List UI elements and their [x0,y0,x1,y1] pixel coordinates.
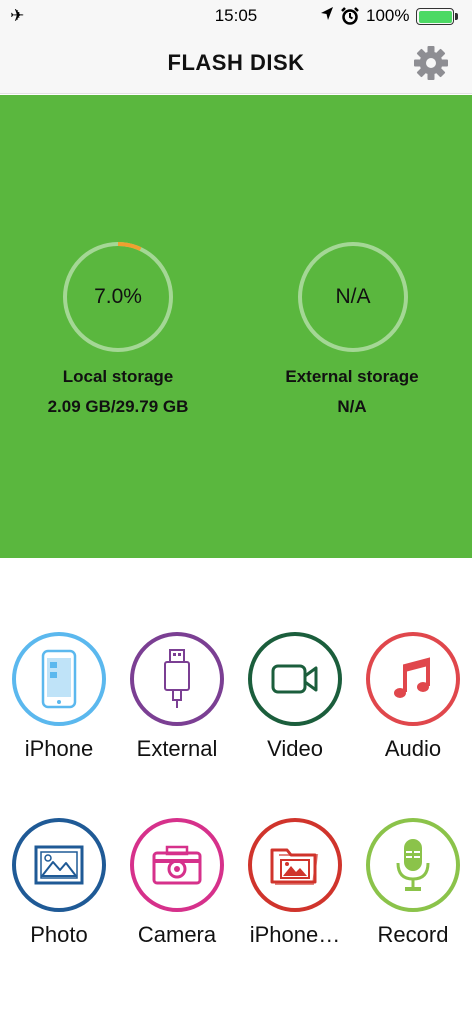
tile-label: Video [267,736,323,761]
battery-percent: 100% [366,6,410,25]
tile-label: iPhone [24,736,94,761]
external-storage-title: External storage [285,367,419,386]
photo-folder-icon [248,818,342,912]
local-storage-ring: 7.0% [62,241,174,353]
tile-audio[interactable]: Audio [354,632,472,792]
external-storage-value: N/A [337,397,367,416]
local-storage-value: 2.09 GB/29.79 GB [47,397,189,416]
tile-label: iPhone… [249,922,341,947]
picture-icon [12,818,106,912]
microphone-icon [366,818,460,912]
tile-video[interactable]: Video [236,632,354,792]
tile-label: Photo [30,922,88,947]
music-note-icon [366,632,460,726]
tile-external[interactable]: External [118,632,236,792]
status-bar: ✈ 15:05 100% [0,0,472,32]
battery-nub [455,13,458,20]
tile-photo[interactable]: Photo [0,818,118,978]
usb-drive-icon [130,632,224,726]
storage-panel: 7.0% N/A Local storage 2.09 GB/29.79 GB … [0,95,472,558]
tile-label: Camera [137,922,217,947]
local-storage-percent: 7.0% [94,285,142,308]
tile-iphone[interactable]: iPhone [0,632,118,792]
external-storage-percent: N/A [335,285,371,308]
tile-record[interactable]: Record [354,818,472,978]
local-storage-title: Local storage [62,367,174,386]
tile-camera[interactable]: Camera [118,818,236,978]
tile-iphone-photos[interactable]: iPhone… [236,818,354,978]
location-arrow-icon [320,6,334,27]
tile-label: External [136,736,218,761]
battery-icon [416,8,454,25]
gear-icon[interactable] [412,44,450,82]
external-storage-ring: N/A [297,241,409,353]
nav-bar: FLASH DISK [0,32,472,94]
tile-label: Record [377,922,449,947]
tile-label: Audio [384,736,442,761]
video-camera-icon [248,632,342,726]
alarm-clock-icon [340,6,360,31]
page-title: FLASH DISK [167,50,305,75]
phone-icon [12,632,106,726]
camera-icon [130,818,224,912]
